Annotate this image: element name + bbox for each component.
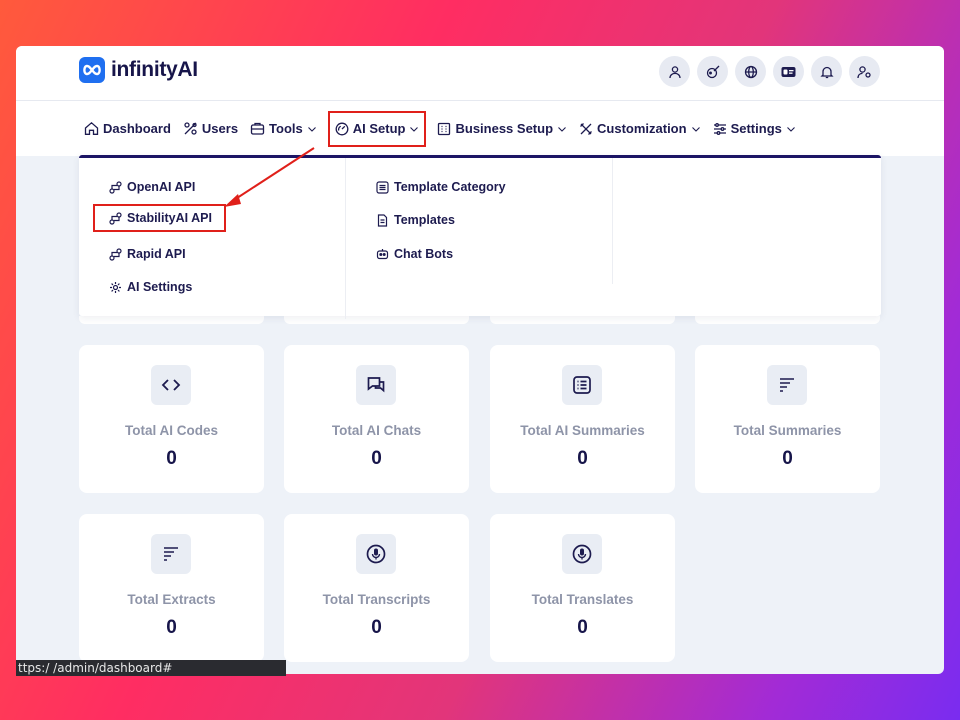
users-icon (184, 122, 197, 135)
stat-card: Total AI Summaries 0 (490, 345, 675, 493)
menu-item-openai-api[interactable]: OpenAI API (109, 180, 195, 194)
document-icon (377, 213, 388, 227)
menu-item-label: Templates (394, 213, 455, 227)
card-edge (695, 316, 880, 324)
menu-item-label: AI Settings (127, 280, 193, 294)
dropdown-column-templates: Template Category Templates Chat Bots (346, 158, 613, 319)
stat-card: Total AI Codes 0 (79, 345, 264, 493)
globe-icon[interactable] (735, 56, 766, 87)
menu-item-chat-bots[interactable]: Chat Bots (376, 247, 453, 261)
stat-value: 0 (577, 448, 588, 469)
building-icon (438, 122, 451, 135)
stat-value: 0 (166, 448, 177, 469)
nav-business-setup[interactable]: Business Setup (436, 112, 568, 146)
toolbox-icon (250, 122, 265, 135)
list-icon (376, 180, 389, 194)
stat-card: Total Translates 0 (490, 514, 675, 662)
stat-label: Total AI Codes (124, 423, 218, 438)
nav-label: AI Setup (352, 121, 406, 136)
nav-tools[interactable]: Tools (249, 112, 318, 146)
nav-settings[interactable]: Settings (712, 112, 797, 146)
api-icon (109, 211, 122, 225)
stat-label: Total AI Summaries (520, 423, 645, 438)
stat-card: Total Extracts 0 (79, 514, 264, 662)
nav-label: Customization (597, 121, 687, 136)
tools-cross-icon (580, 122, 592, 135)
gauge-icon (335, 122, 349, 135)
chat-icon (356, 365, 396, 405)
lines-icon (767, 365, 807, 405)
top-bar: infinityAI (16, 46, 944, 101)
stat-label: Total Transcripts (322, 592, 431, 607)
chevron-down-icon (307, 126, 316, 132)
code-icon (151, 365, 191, 405)
menu-item-label: StabilityAI API (127, 211, 212, 225)
ai-setup-dropdown: OpenAI API StabilityAI API Rapid API AI … (79, 155, 881, 319)
menu-item-label: Template Category (394, 180, 506, 194)
nav-users[interactable]: Users (182, 112, 239, 146)
nav-label: Business Setup (455, 121, 554, 136)
stat-card: Total AI Chats 0 (284, 345, 469, 493)
nav-customization[interactable]: Customization (578, 112, 702, 146)
infinity-logo-icon (79, 57, 105, 83)
list-icon (562, 365, 602, 405)
bell-icon[interactable] (811, 56, 842, 87)
chevron-down-icon (691, 126, 700, 132)
nav-label: Users (201, 121, 239, 136)
chevron-down-icon (410, 126, 419, 132)
brush-icon[interactable] (697, 56, 728, 87)
stat-value: 0 (782, 448, 793, 469)
chevron-down-icon (786, 126, 795, 132)
logo-text: infinityAI (111, 58, 198, 81)
stat-label: Total AI Chats (331, 423, 422, 438)
stat-card: Total Transcripts 0 (284, 514, 469, 662)
app-window: infinityAI Dashboard Users Tools AI Setu… (16, 46, 944, 674)
menu-item-ai-settings[interactable]: AI Settings (109, 280, 192, 294)
user-settings-icon[interactable] (849, 56, 880, 87)
status-bar-url: ttps:/ /admin/dashboard# (16, 660, 286, 676)
main-nav: Dashboard Users Tools AI Setup Business … (16, 101, 944, 156)
dropdown-column-api: OpenAI API StabilityAI API Rapid API AI … (79, 158, 346, 319)
nav-label: Tools (269, 121, 303, 136)
api-icon (109, 247, 122, 261)
menu-item-label: Chat Bots (394, 247, 454, 261)
stat-value: 0 (371, 448, 382, 469)
menu-item-label: Rapid API (127, 247, 186, 261)
nav-label: Settings (730, 121, 782, 136)
stat-label: Total Summaries (733, 423, 842, 438)
lines-icon (151, 534, 191, 574)
menu-item-template-category[interactable]: Template Category (376, 180, 506, 194)
stat-label: Total Translates (531, 592, 634, 607)
divider (612, 158, 613, 284)
stat-value: 0 (166, 617, 177, 638)
menu-item-stabilityai-api[interactable]: StabilityAI API (93, 204, 226, 232)
menu-item-label: OpenAI API (127, 180, 196, 194)
logo[interactable]: infinityAI (79, 57, 198, 83)
stat-label: Total Extracts (127, 592, 216, 607)
home-icon (84, 121, 99, 135)
menu-item-templates[interactable]: Templates (376, 213, 455, 227)
bot-icon (376, 248, 389, 259)
gear-icon (110, 281, 121, 293)
stat-card: Total Summaries 0 (695, 345, 880, 493)
top-actions (659, 56, 880, 87)
stat-value: 0 (371, 617, 382, 638)
id-card-icon[interactable] (773, 56, 804, 87)
menu-item-rapid-api[interactable]: Rapid API (109, 247, 186, 261)
mic-icon (562, 534, 602, 574)
nav-dashboard[interactable]: Dashboard (83, 112, 172, 146)
nav-label: Dashboard (103, 121, 171, 136)
mic-icon (356, 534, 396, 574)
sliders-icon (713, 122, 726, 135)
api-icon (109, 180, 122, 194)
user-icon[interactable] (659, 56, 690, 87)
nav-ai-setup[interactable]: AI Setup (327, 110, 427, 147)
stat-value: 0 (577, 617, 588, 638)
chevron-down-icon (558, 126, 566, 132)
